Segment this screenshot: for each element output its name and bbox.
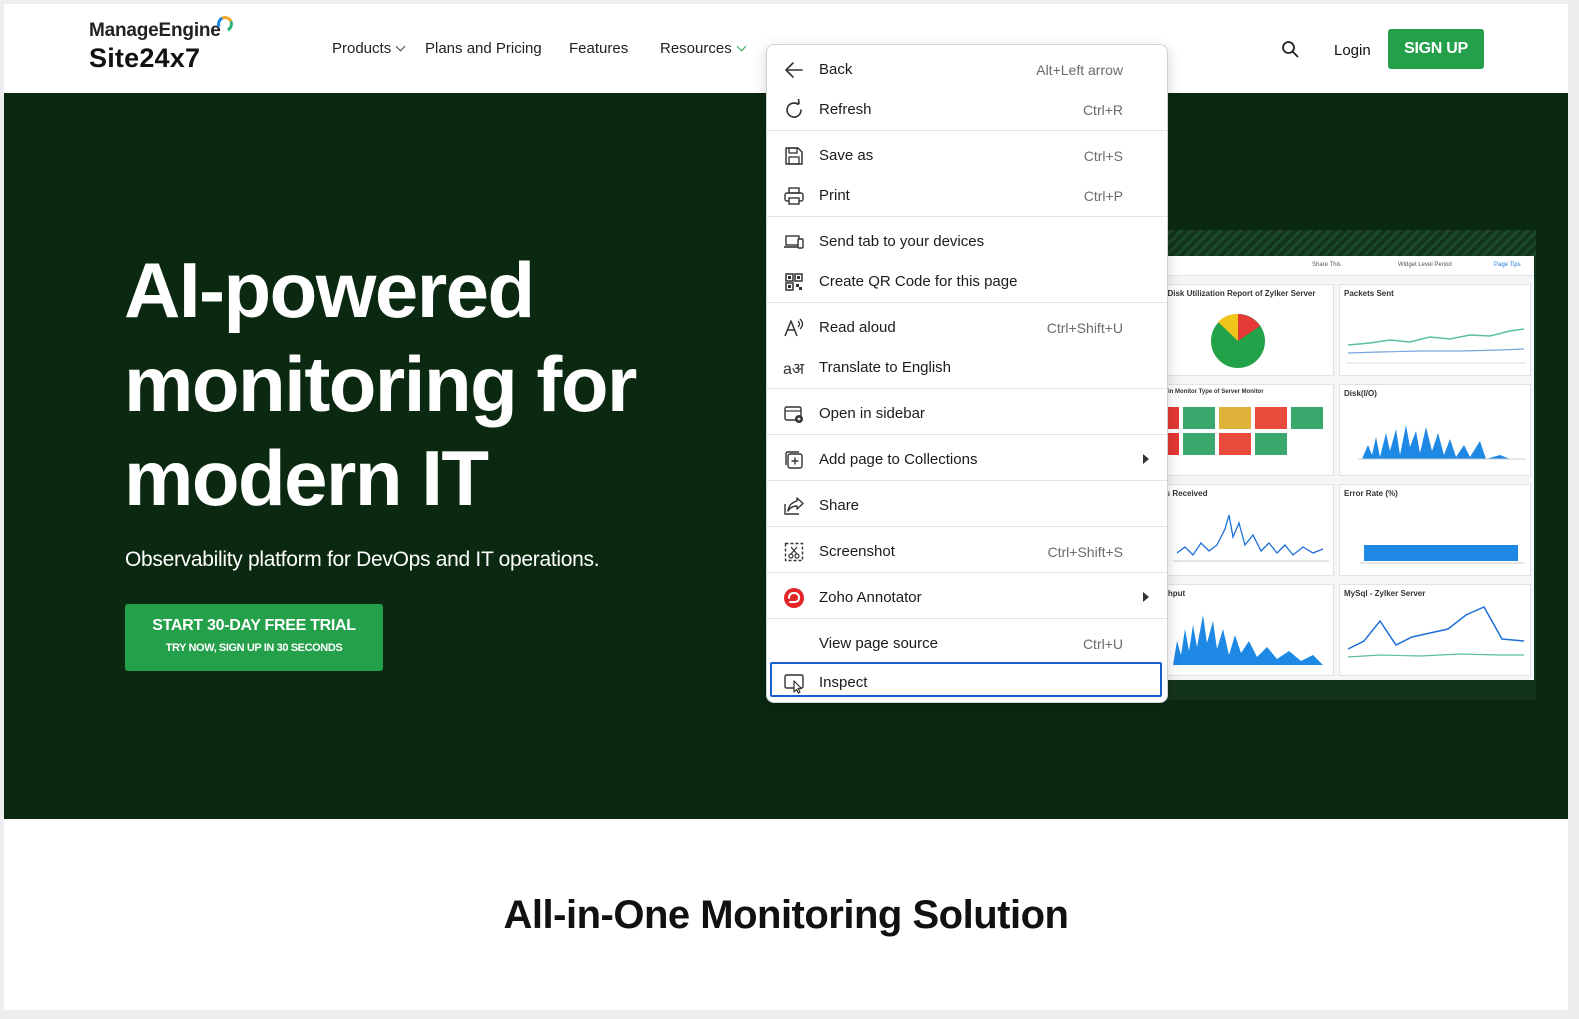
signup-button[interactable]: SIGN UP bbox=[1388, 29, 1484, 69]
qr-code-icon bbox=[785, 273, 803, 291]
read-aloud-icon bbox=[784, 318, 804, 337]
line-chart-icon bbox=[1347, 606, 1525, 658]
print-icon bbox=[784, 187, 804, 205]
area-chart-icon bbox=[1358, 425, 1526, 460]
menu-separator bbox=[767, 388, 1167, 389]
area-chart-icon bbox=[1173, 615, 1323, 665]
menu-separator bbox=[767, 434, 1167, 435]
menu-item-send-tab[interactable]: Send tab to your devices bbox=[767, 221, 1167, 261]
chevron-down-icon bbox=[395, 41, 406, 52]
section-title: All-in-One Monitoring Solution bbox=[503, 893, 1069, 937]
dashboard-panel-monitor-type: s in Monitor Type of Server Monitor bbox=[1162, 384, 1334, 476]
save-icon bbox=[785, 147, 803, 165]
site-logo[interactable]: ManageEngine Site24x7 bbox=[89, 13, 235, 74]
menu-item-back[interactable]: Back Alt+Left arrow bbox=[767, 49, 1167, 89]
menu-item-screenshot[interactable]: Screenshot Ctrl+Shift+S bbox=[767, 531, 1167, 571]
submenu-arrow-icon bbox=[1143, 592, 1149, 602]
sidebar-icon bbox=[784, 406, 803, 423]
devices-icon bbox=[784, 235, 804, 249]
menu-separator bbox=[767, 130, 1167, 131]
menu-item-open-sidebar[interactable]: Open in sidebar bbox=[767, 393, 1167, 433]
hero-subtitle: Observability platform for DevOps and IT… bbox=[125, 548, 600, 571]
screenshot-icon bbox=[784, 542, 804, 562]
pie-chart-icon bbox=[1211, 313, 1265, 368]
menu-item-refresh[interactable]: Refresh Ctrl+R bbox=[767, 89, 1167, 129]
zoho-annotator-icon bbox=[784, 588, 804, 608]
dashboard-preview: Share This Widget Level Period Page Tips… bbox=[1154, 256, 1534, 680]
menu-separator bbox=[767, 572, 1167, 573]
line-chart-icon bbox=[1173, 514, 1329, 562]
menu-separator bbox=[767, 302, 1167, 303]
free-trial-button[interactable]: START 30-DAY FREE TRIAL TRY NOW, SIGN UP… bbox=[125, 604, 383, 671]
menu-item-zoho-annotator[interactable]: Zoho Annotator bbox=[767, 577, 1167, 617]
line-chart-icon bbox=[1346, 328, 1526, 364]
menu-item-share[interactable]: Share bbox=[767, 485, 1167, 525]
login-link[interactable]: Login bbox=[1334, 42, 1371, 59]
collections-icon bbox=[785, 451, 803, 469]
dashboard-panel-packets-sent: Packets Sent bbox=[1339, 284, 1531, 376]
logo-product-text: Site24x7 bbox=[89, 43, 201, 73]
dashboard-stripe bbox=[1160, 230, 1536, 256]
dashboard-panel-error-rate: Error Rate (%) bbox=[1339, 484, 1531, 576]
dashboard-panel-disk-io: Disk(I/O) bbox=[1339, 384, 1531, 476]
nav-resources[interactable]: Resources bbox=[660, 40, 747, 57]
share-icon bbox=[784, 497, 804, 515]
menu-separator bbox=[767, 618, 1167, 619]
refresh-icon bbox=[786, 99, 802, 118]
menu-item-add-collections[interactable]: Add page to Collections bbox=[767, 439, 1167, 479]
menu-item-translate[interactable]: aअ Translate to English bbox=[767, 347, 1167, 387]
menu-separator bbox=[767, 480, 1167, 481]
dashboard-panel-throughput: ghput bbox=[1162, 584, 1334, 676]
browser-page: ManageEngine Site24x7 Products Plans and… bbox=[4, 4, 1568, 1010]
chevron-down-icon bbox=[736, 41, 747, 52]
menu-item-read-aloud[interactable]: Read aloud Ctrl+Shift+U bbox=[767, 307, 1167, 347]
menu-item-qr-code[interactable]: Create QR Code for this page bbox=[767, 261, 1167, 301]
dashboard-panel-mysql: MySql - Zylker Server bbox=[1339, 584, 1531, 676]
dashboard-panel-disk-utilization: l Disk Utilization Report of Zylker Serv… bbox=[1162, 284, 1334, 376]
translate-icon: aअ bbox=[783, 361, 805, 378]
menu-item-save-as[interactable]: Save as Ctrl+S bbox=[767, 135, 1167, 175]
submenu-arrow-icon bbox=[1143, 454, 1149, 464]
focus-ring bbox=[770, 662, 1162, 697]
hero-title: AI-powered monitoring for modern IT bbox=[124, 246, 637, 522]
nav-features[interactable]: Features bbox=[569, 40, 628, 57]
menu-separator bbox=[767, 526, 1167, 527]
heatmap-icon bbox=[1167, 407, 1323, 455]
dashboard-panel-packets-received: ts Received bbox=[1162, 484, 1334, 576]
search-icon[interactable] bbox=[1281, 40, 1299, 58]
menu-separator bbox=[767, 216, 1167, 217]
nav-products[interactable]: Products bbox=[332, 40, 406, 57]
context-menu: Back Alt+Left arrow Refresh Ctrl+R Save … bbox=[766, 44, 1168, 703]
menu-item-print[interactable]: Print Ctrl+P bbox=[767, 175, 1167, 215]
nav-plans-pricing[interactable]: Plans and Pricing bbox=[425, 40, 542, 57]
dashboard-toolbar: Share This Widget Level Period Page Tips bbox=[1154, 256, 1534, 276]
menu-item-view-source[interactable]: View page source Ctrl+U bbox=[767, 623, 1167, 663]
bar-chart-icon bbox=[1360, 545, 1524, 564]
back-arrow-icon bbox=[785, 62, 803, 78]
logo-brand-text: ManageEngine bbox=[89, 20, 221, 41]
